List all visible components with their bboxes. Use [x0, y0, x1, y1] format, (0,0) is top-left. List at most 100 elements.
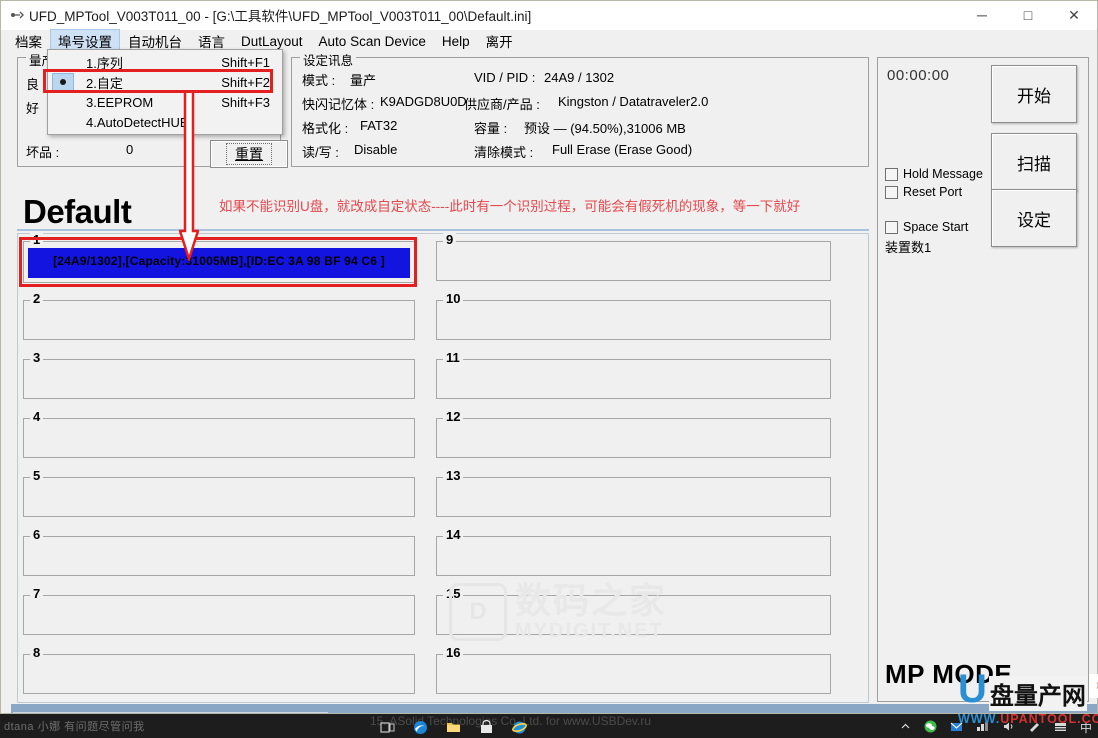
application-window: UFD_MPTool_V003T011_00 - [G:\工具软件\UFD_MP…: [0, 0, 1098, 714]
device-slot-4[interactable]: 4: [23, 418, 415, 458]
start-button[interactable]: 开始: [991, 65, 1077, 123]
mode-value: 量产: [350, 70, 376, 89]
slot-number: 13: [443, 469, 463, 483]
dropdown-item-eeprom[interactable]: 3.EEPROM Shift+F3: [48, 92, 282, 112]
device-slot-8[interactable]: 8: [23, 654, 415, 694]
radio-bullet-icon: [52, 53, 74, 71]
reset-button-label: 重置: [226, 143, 272, 165]
device-slot-2[interactable]: 2: [23, 300, 415, 340]
readwrite-value: Disable: [354, 142, 397, 157]
menu-item-dutlayout[interactable]: DutLayout: [233, 32, 311, 51]
device-slot-10[interactable]: 10: [436, 300, 831, 340]
tray-up-arrow-icon[interactable]: [900, 721, 911, 735]
title-bar: UFD_MPTool_V003T011_00 - [G:\工具软件\UFD_MP…: [1, 1, 1097, 30]
device-slot-3[interactable]: 3: [23, 359, 415, 399]
dropdown-item-accelerator: Shift+F1: [221, 55, 282, 70]
dropdown-item-autodetecthub[interactable]: 4.AutoDetectHUB: [48, 112, 282, 132]
file-explorer-icon[interactable]: [446, 720, 461, 735]
vid-pid-label: VID / PID :: [474, 70, 535, 85]
internet-explorer-icon[interactable]: [512, 720, 527, 735]
mode-label: 模式 :: [302, 70, 335, 89]
dropdown-item-sequence[interactable]: 1.序列 Shift+F1: [48, 52, 282, 72]
tray-network-icon[interactable]: [976, 720, 989, 736]
taskbar-cortana-text[interactable]: dtana 小娜 有问题尽管问我: [4, 718, 145, 734]
slot-body: [28, 661, 410, 689]
good-label-1: 良: [26, 74, 39, 93]
device-slot-14[interactable]: 14: [436, 536, 831, 576]
slot-number: 8: [30, 646, 43, 660]
system-tray: 中: [900, 719, 1092, 736]
slot-body: [28, 366, 410, 394]
format-label: 格式化 :: [302, 118, 348, 137]
slot-body: [441, 602, 826, 630]
window-title: UFD_MPTool_V003T011_00 - [G:\工具软件\UFD_MP…: [29, 5, 531, 25]
slot-number: 10: [443, 292, 463, 306]
tray-keyboard-icon[interactable]: [1054, 720, 1067, 736]
hold-message-checkbox[interactable]: Hold Message: [885, 167, 983, 181]
device-slot-16[interactable]: 16: [436, 654, 831, 694]
dropdown-item-label: 3.EEPROM: [74, 95, 221, 110]
checkbox-box: [885, 186, 898, 199]
menu-item-file[interactable]: 档案: [7, 29, 50, 53]
device-slot-5[interactable]: 5: [23, 477, 415, 517]
port-settings-dropdown: 1.序列 Shift+F1 2.自定 Shift+F2 3.EEPROM Shi…: [47, 49, 283, 135]
slot-number: 1: [30, 233, 43, 247]
slot-body: [441, 248, 826, 276]
warning-text: 如果不能识别U盘，就改成自定状态----此时有一个识别过程，可能会有假死机的现象…: [219, 195, 800, 215]
menu-item-help[interactable]: Help: [434, 32, 478, 51]
device-slot-13[interactable]: 13: [436, 477, 831, 517]
slot-number: 16: [443, 646, 463, 660]
minimize-button[interactable]: ─: [959, 1, 1005, 29]
vendor-value: Kingston / Datatraveler2.0: [558, 94, 708, 109]
maximize-button[interactable]: □: [1005, 1, 1051, 29]
tray-wechat-icon[interactable]: [924, 720, 937, 736]
horizontal-scrollbar[interactable]: [1, 703, 1098, 714]
format-value: FAT32: [360, 118, 397, 133]
dropdown-item-label: 2.自定: [74, 73, 221, 92]
slot-number: 11: [443, 351, 463, 365]
vendor-label: 供应商/产品 :: [464, 94, 540, 113]
store-icon[interactable]: [479, 720, 494, 735]
slot-body: [24A9/1302],[Capacity:31005MB],[ID:EC 3A…: [28, 248, 410, 278]
device-slot-15[interactable]: 15: [436, 595, 831, 635]
capacity-value: 预设 — (94.50%),31006 MB: [524, 118, 686, 137]
space-start-checkbox[interactable]: Space Start: [885, 220, 968, 234]
capacity-label: 容量 :: [474, 118, 507, 137]
slot-body: [441, 307, 826, 335]
close-button[interactable]: ✕: [1051, 1, 1097, 29]
reset-port-checkbox[interactable]: Reset Port: [885, 185, 962, 199]
settings-button[interactable]: 设定: [991, 189, 1077, 247]
settings-info-title: 设定讯息: [300, 50, 356, 69]
device-slot-6[interactable]: 6: [23, 536, 415, 576]
page-title: Default: [23, 193, 131, 231]
device-slot-7[interactable]: 7: [23, 595, 415, 635]
slot-body: [441, 366, 826, 394]
menu-item-auto-scan-device[interactable]: Auto Scan Device: [311, 32, 434, 51]
menu-item-exit[interactable]: 离开: [478, 29, 521, 53]
slot-body: [441, 484, 826, 512]
device-slot-9[interactable]: 9: [436, 241, 831, 281]
edge-browser-icon[interactable]: [413, 720, 428, 735]
device-slot-1[interactable]: 1 [24A9/1302],[Capacity:31005MB],[ID:EC …: [23, 241, 415, 283]
reset-button[interactable]: 重置: [210, 140, 288, 168]
flash-label: 快闪记忆体 :: [302, 94, 374, 113]
tray-volume-icon[interactable]: [1002, 720, 1015, 736]
device-slot-11[interactable]: 11: [436, 359, 831, 399]
tray-ime-language-indicator[interactable]: 中: [1080, 719, 1092, 736]
slot-body: [28, 425, 410, 453]
tray-mail-icon[interactable]: [950, 720, 963, 736]
slot-body: [28, 543, 410, 571]
header-separator: [17, 229, 869, 231]
checkbox-box: [885, 168, 898, 181]
dropdown-item-accelerator: Shift+F2: [221, 75, 282, 90]
scan-button[interactable]: 扫描: [991, 133, 1077, 191]
tray-ime-pen-icon[interactable]: [1028, 720, 1041, 736]
task-view-icon[interactable]: [380, 720, 395, 735]
device-slot-12[interactable]: 12: [436, 418, 831, 458]
radio-bullet-icon: [52, 113, 74, 131]
slot-body: [28, 307, 410, 335]
dropdown-item-custom[interactable]: 2.自定 Shift+F2: [48, 72, 282, 92]
settings-info-panel: 设定讯息 模式 : 量产 VID / PID : 24A9 / 1302 快闪记…: [291, 57, 869, 167]
slot-body: [28, 602, 410, 630]
bad-count-value: 0: [126, 142, 133, 157]
